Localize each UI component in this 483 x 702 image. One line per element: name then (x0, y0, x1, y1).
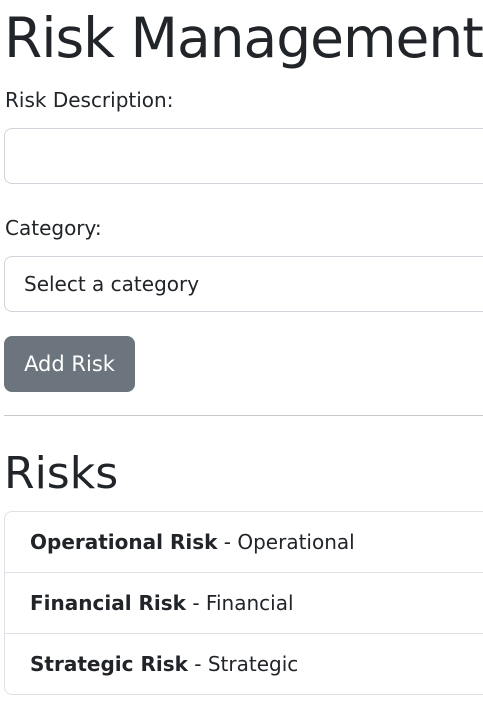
page-title: Risk Management (4, 6, 483, 70)
category-select[interactable]: Select a category (4, 256, 483, 312)
risk-name: Financial Risk (30, 591, 186, 615)
risks-heading: Risks (4, 448, 119, 499)
risk-name: Operational Risk (30, 530, 218, 554)
risk-description-input[interactable] (4, 128, 483, 184)
risk-list-item: Operational Risk - Operational (5, 512, 483, 573)
risk-list-item: Financial Risk - Financial (5, 573, 483, 634)
category-select-value: Select a category (24, 272, 200, 296)
risk-list-item: Strategic Risk - Strategic (5, 634, 483, 694)
risk-separator: - (185, 591, 206, 615)
risk-description-label: Risk Description: (5, 88, 174, 112)
section-divider (4, 415, 483, 416)
risk-name: Strategic Risk (30, 652, 188, 676)
risk-separator: - (217, 530, 238, 554)
risk-separator: - (187, 652, 208, 676)
add-risk-button[interactable]: Add Risk (4, 336, 135, 392)
risk-category: Financial (205, 591, 294, 615)
category-label: Category: (5, 216, 102, 240)
risk-category: Strategic (207, 652, 299, 676)
risk-category: Operational (237, 530, 355, 554)
risk-list: Operational Risk - Operational Financial… (4, 511, 483, 695)
